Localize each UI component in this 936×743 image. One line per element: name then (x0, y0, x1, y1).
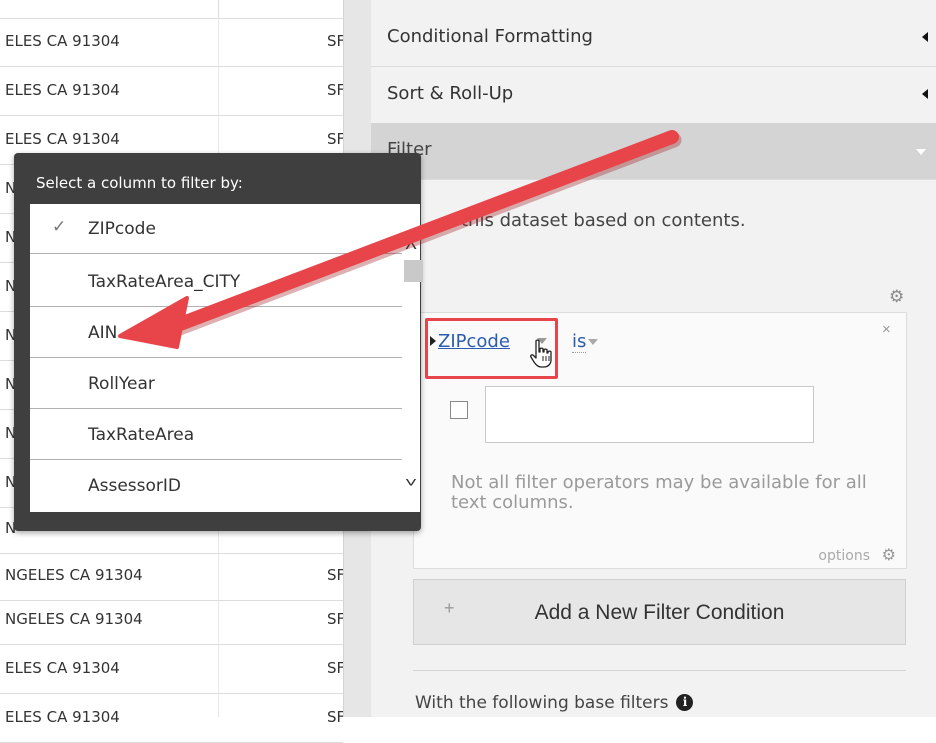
table-cell: SF (327, 130, 343, 148)
filter-operator[interactable]: is (572, 331, 587, 353)
section-label: Conditional Formatting (387, 26, 593, 47)
table-cell: ELES CA 91304 (5, 81, 120, 99)
section-sort-rollup[interactable]: Sort & Roll-Up (371, 67, 936, 124)
gear-icon[interactable]: ⚙ (882, 545, 896, 565)
column-option-label: AIN (88, 323, 118, 343)
info-icon[interactable]: i (676, 694, 694, 711)
scrollbar[interactable]: ˄ ˅ (402, 204, 423, 512)
column-option-label: RollYear (88, 374, 155, 394)
table-cell: SF (327, 659, 343, 677)
divider (413, 670, 906, 671)
table-cell: SF (327, 32, 343, 50)
table-cell: SF (327, 81, 343, 99)
add-filter-label: Add a New Filter Condition (534, 601, 785, 624)
column-option-label: TaxRateArea (88, 425, 195, 445)
collapse-arrow-icon (922, 32, 928, 42)
table-row[interactable]: ELES CA 91304 SF (0, 67, 343, 116)
base-filters-heading: With the following base filters i (415, 693, 694, 713)
chevron-up-icon[interactable]: ˄ (398, 238, 423, 256)
filter-note: Not all filter operators may be availabl… (451, 472, 867, 513)
add-filter-condition-button[interactable]: + Add a New Filter Condition (413, 579, 906, 645)
table-header-strip (0, 0, 343, 19)
column-option-label: TaxRateArea_CITY (88, 272, 241, 292)
filter-value-input[interactable] (485, 386, 814, 443)
column-select-popup: Select a column to filter by: ✓ ZIPcode … (14, 153, 423, 531)
section-conditional-formatting[interactable]: Conditional Formatting (371, 10, 936, 67)
table-cell: ELES CA 91304 (5, 659, 120, 677)
column-option-ain[interactable]: AIN (30, 308, 405, 358)
table-cell: NGELES CA 91304 (5, 566, 143, 584)
check-icon: ✓ (52, 217, 67, 237)
table-cell: SF (327, 566, 343, 584)
close-icon[interactable]: × (882, 321, 891, 338)
table-row[interactable]: ELES CA 91304 SF (0, 18, 343, 67)
popup-title: Select a column to filter by: (36, 174, 243, 192)
hand-cursor-icon (530, 339, 552, 368)
table-row[interactable]: ELES CA 91304 SF (0, 694, 343, 743)
table-cell: SF (327, 610, 343, 628)
filter-condition-card: × ZIPcode is Not all filter operators ma… (413, 312, 907, 569)
table-cell: ELES CA 91304 (5, 708, 120, 726)
section-filter[interactable]: Filter (371, 123, 936, 180)
scrollbar-thumb[interactable] (404, 260, 423, 282)
expand-arrow-icon (916, 149, 926, 155)
table-row[interactable]: NGELES CA 91304 SF (0, 552, 343, 601)
chevron-down-icon[interactable]: ˅ (398, 474, 425, 490)
condition-checkbox[interactable] (450, 401, 468, 419)
column-option-taxratearea-city[interactable]: TaxRateArea_CITY (30, 257, 405, 307)
base-filters-label: With the following base filters (415, 693, 669, 713)
options-link[interactable]: options (818, 548, 870, 564)
chevron-down-icon[interactable] (588, 339, 598, 345)
gear-icon[interactable]: ⚙ (889, 287, 904, 307)
table-cell: ELES CA 91304 (5, 32, 120, 50)
table-cell: NGELES CA 91304 (5, 610, 143, 628)
table-cell: SF (327, 708, 343, 726)
collapse-arrow-icon (922, 89, 928, 99)
table-row[interactable]: ELES CA 91304 SF (0, 645, 343, 694)
table-row[interactable]: NGELES CA 91304 SF (0, 596, 343, 645)
section-label: Sort & Roll-Up (387, 83, 514, 104)
column-option-taxratearea[interactable]: TaxRateArea (30, 410, 405, 460)
column-option-assessorid[interactable]: AssessorID (30, 461, 405, 511)
column-option-rollyear[interactable]: RollYear (30, 359, 405, 409)
table-cell: ELES CA 91304 (5, 130, 120, 148)
column-option-label: AssessorID (88, 476, 182, 496)
filter-description: this dataset based on contents. (461, 210, 746, 231)
column-option-zipcode[interactable]: ✓ ZIPcode (30, 204, 405, 254)
column-option-label: ZIPcode (88, 219, 156, 239)
column-list: ✓ ZIPcode TaxRateArea_CITY AIN RollYear … (30, 204, 405, 512)
